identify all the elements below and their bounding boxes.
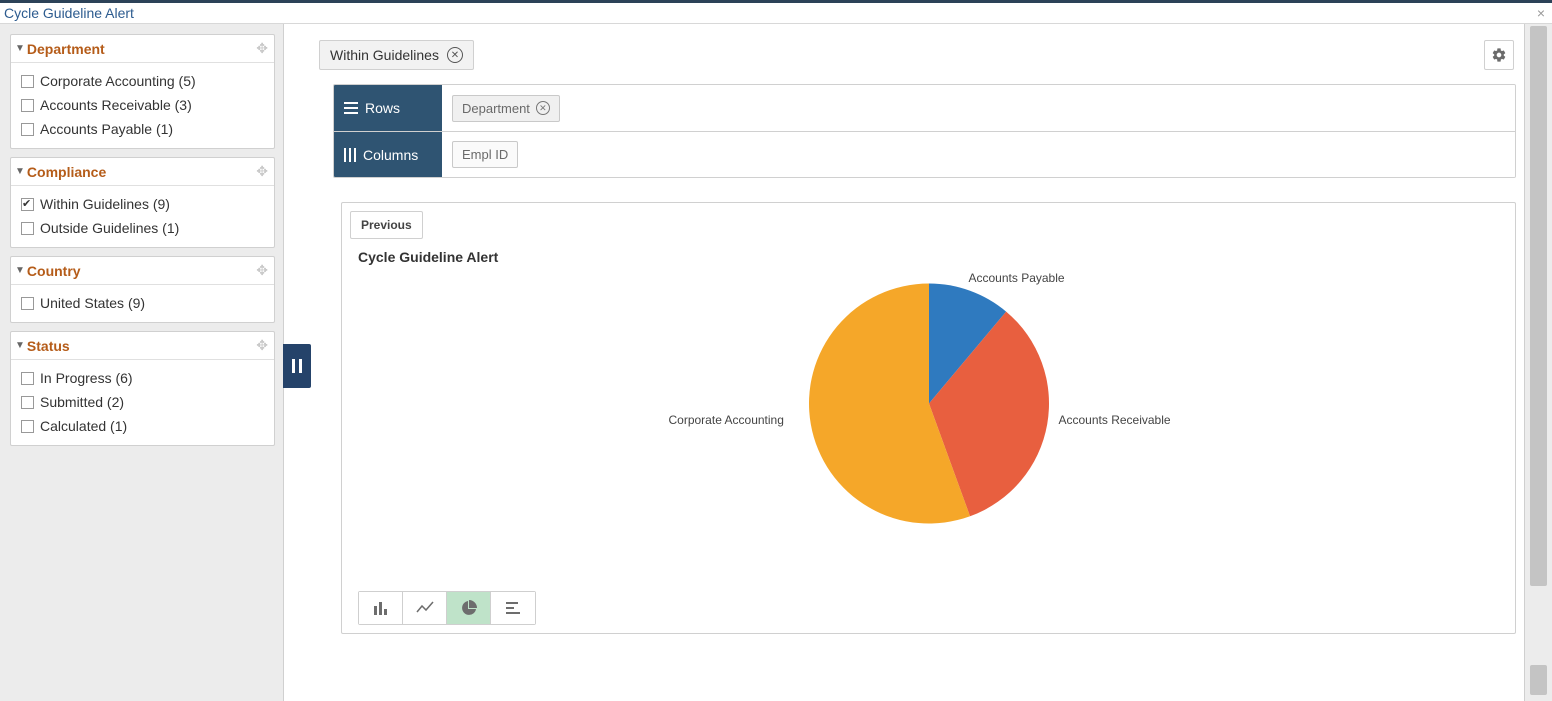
facet-checkbox[interactable] (21, 99, 34, 112)
facet-item[interactable]: Calculated (1) (19, 414, 266, 438)
facet-item-label: Corporate Accounting (5) (40, 73, 196, 89)
remove-pill-icon[interactable]: ✕ (536, 101, 550, 115)
facet-header[interactable]: ▼Country ✥ (11, 257, 274, 285)
columns-icon (344, 148, 356, 162)
columns-dropzone[interactable]: Empl ID (442, 132, 1515, 177)
remove-filter-icon[interactable]: ✕ (447, 47, 463, 63)
facet-checkbox[interactable] (21, 420, 34, 433)
facet-item[interactable]: Outside Guidelines (1) (19, 216, 266, 240)
facet-item-label: Accounts Receivable (3) (40, 97, 192, 113)
facet-title: Compliance (27, 164, 106, 180)
facet-header[interactable]: ▼Status ✥ (11, 332, 274, 360)
facet-panel: ▼Status ✥ In Progress (6) Submitted (2) Calc… (10, 331, 275, 446)
chevron-down-icon: ▼ (15, 340, 25, 351)
facet-panel: ▼Department ✥ Corporate Accounting (5) Acco… (10, 34, 275, 149)
chart-card: Previous Cycle Guideline Alert Corporate… (341, 202, 1516, 634)
facet-checkbox[interactable] (21, 372, 34, 385)
dimension-pill-label: Empl ID (462, 147, 508, 162)
facet-header[interactable]: ▼Department ✥ (11, 35, 274, 63)
rows-dropzone[interactable]: Department ✕ (442, 85, 1515, 131)
facet-title: Country (27, 263, 81, 279)
main-content: Within Guidelines ✕ Rows Department ✕ (311, 24, 1552, 701)
close-icon[interactable]: × (1534, 6, 1548, 20)
pie-slice-label: Corporate Accounting (669, 413, 784, 427)
pie-slice-label: Accounts Receivable (1059, 413, 1171, 427)
facet-item[interactable]: Corporate Accounting (5) (19, 69, 266, 93)
facet-checkbox[interactable] (21, 123, 34, 136)
facet-panel: ▼Compliance ✥ Within Guidelines (9) Outside… (10, 157, 275, 248)
facet-panel: ▼Country ✥ United States (9) (10, 256, 275, 323)
rows-icon (344, 102, 358, 114)
previous-button[interactable]: Previous (350, 211, 423, 239)
facet-checkbox[interactable] (21, 396, 34, 409)
facet-checkbox[interactable] (21, 297, 34, 310)
dimension-pill[interactable]: Department ✕ (452, 95, 560, 122)
window-title: Cycle Guideline Alert (4, 5, 134, 21)
columns-label-text: Columns (363, 147, 418, 163)
facet-item-label: Calculated (1) (40, 418, 127, 434)
collapse-sidebar-button[interactable] (283, 344, 311, 388)
scrollbar-thumb[interactable] (1530, 665, 1547, 695)
facet-item-label: Outside Guidelines (1) (40, 220, 179, 236)
pie-chart (809, 284, 1049, 527)
filter-sidebar: ▼Department✥Corporate Accounting (5)Acco… (0, 24, 284, 701)
active-filter-chip-label: Within Guidelines (330, 47, 439, 63)
move-handle-icon[interactable]: ✥ (256, 262, 268, 279)
scrollbar-thumb[interactable] (1530, 26, 1547, 586)
facet-item[interactable]: Accounts Receivable (3) (19, 93, 266, 117)
window-titlebar: Cycle Guideline Alert × (0, 0, 1552, 24)
facet-item-label: Within Guidelines (9) (40, 196, 170, 212)
chart-area: Corporate Accounting Accounts Receivable… (350, 275, 1507, 575)
facet-item-label: United States (9) (40, 295, 145, 311)
chevron-down-icon: ▼ (15, 43, 25, 54)
bar-chart-button[interactable] (359, 592, 403, 624)
pivot-config-block: Rows Department ✕ Columns Empl ID (333, 84, 1516, 178)
chart-title: Cycle Guideline Alert (358, 249, 1503, 265)
chevron-down-icon: ▼ (15, 265, 25, 276)
facet-item[interactable]: United States (9) (19, 291, 266, 315)
facet-item[interactable]: Within Guidelines (9) (19, 192, 266, 216)
bar-chart-icon (373, 600, 389, 616)
facet-checkbox[interactable] (21, 198, 34, 211)
facet-item-label: In Progress (6) (40, 370, 133, 386)
facet-title: Department (27, 41, 105, 57)
horizontal-bar-icon (505, 600, 521, 616)
move-handle-icon[interactable]: ✥ (256, 163, 268, 180)
move-handle-icon[interactable]: ✥ (256, 40, 268, 57)
chevron-down-icon: ▼ (15, 166, 25, 177)
facet-title: Status (27, 338, 70, 354)
move-handle-icon[interactable]: ✥ (256, 337, 268, 354)
facet-checkbox[interactable] (21, 222, 34, 235)
scrollbar-track[interactable] (1524, 24, 1552, 701)
pie-chart-icon (461, 600, 477, 616)
dimension-pill[interactable]: Empl ID (452, 141, 518, 168)
facet-item[interactable]: Accounts Payable (1) (19, 117, 266, 141)
line-chart-icon (416, 600, 434, 616)
facet-checkbox[interactable] (21, 75, 34, 88)
rows-label-text: Rows (365, 100, 400, 116)
dimension-pill-label: Department (462, 101, 530, 116)
facet-item[interactable]: In Progress (6) (19, 366, 266, 390)
facet-item-label: Submitted (2) (40, 394, 124, 410)
line-chart-button[interactable] (403, 592, 447, 624)
rows-label-cell: Rows (334, 85, 442, 131)
pie-slice-label: Accounts Payable (969, 271, 1065, 285)
gear-icon (1491, 47, 1507, 63)
settings-button[interactable] (1484, 40, 1514, 70)
facet-item-label: Accounts Payable (1) (40, 121, 173, 137)
chart-type-toolbar (358, 591, 536, 625)
horizontal-bar-button[interactable] (491, 592, 535, 624)
pie-chart-button[interactable] (447, 592, 491, 624)
facet-item[interactable]: Submitted (2) (19, 390, 266, 414)
columns-label-cell: Columns (334, 132, 442, 177)
facet-header[interactable]: ▼Compliance ✥ (11, 158, 274, 186)
active-filter-chip[interactable]: Within Guidelines ✕ (319, 40, 474, 70)
